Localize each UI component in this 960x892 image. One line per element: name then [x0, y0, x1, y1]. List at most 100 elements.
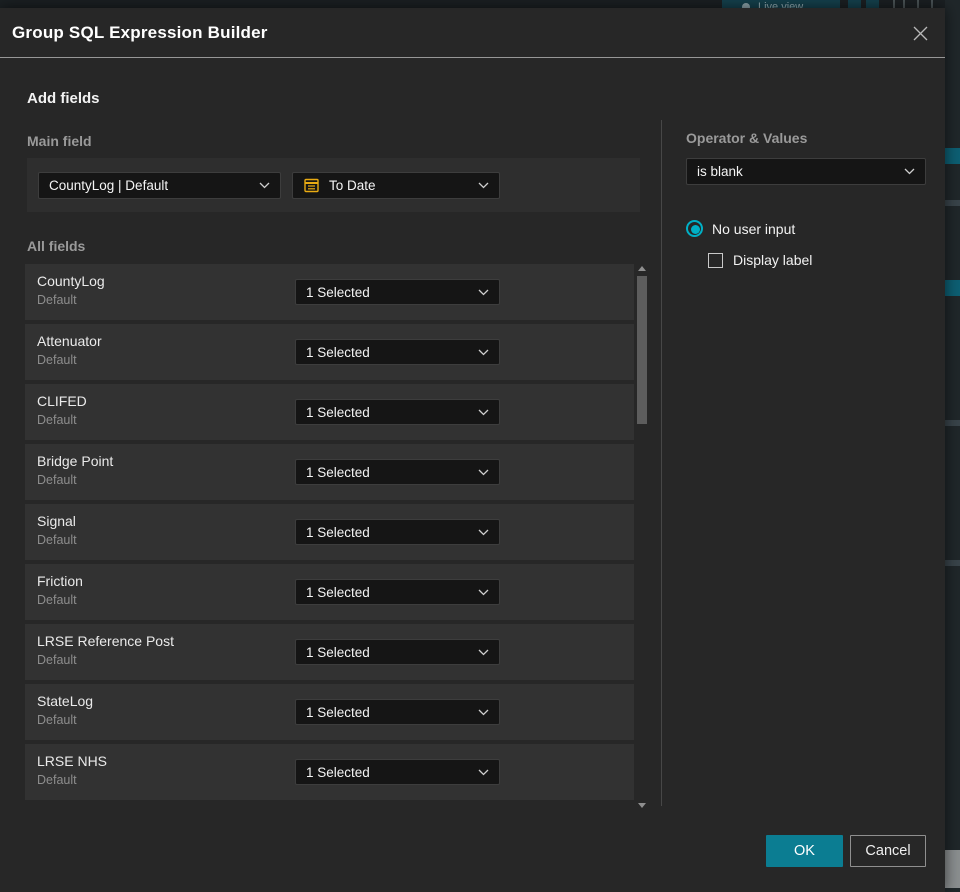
chevron-down-icon	[478, 182, 489, 189]
field-values-select-value: 1 Selected	[306, 464, 370, 480]
chevron-down-icon	[904, 168, 915, 175]
chevron-down-icon	[478, 349, 489, 355]
field-values-select-value: 1 Selected	[306, 584, 370, 600]
field-row: LRSE NHS Default 1 Selected	[25, 744, 634, 800]
field-name: Friction	[37, 573, 83, 589]
chevron-down-icon	[478, 289, 489, 295]
field-values-select[interactable]: 1 Selected	[295, 519, 500, 545]
all-fields-list: CountyLog Default 1 Selected Attenuator …	[25, 264, 634, 804]
field-values-select[interactable]: 1 Selected	[295, 399, 500, 425]
ok-button[interactable]: OK	[766, 835, 843, 867]
field-name: Bridge Point	[37, 453, 114, 469]
toolbar-button[interactable]	[848, 0, 861, 8]
field-sublabel: Default	[37, 473, 77, 487]
scroll-up-arrow-icon[interactable]	[638, 266, 646, 271]
chevron-down-icon	[478, 469, 489, 475]
chevron-down-icon	[478, 589, 489, 595]
fields-list-scrollbar[interactable]	[636, 264, 648, 810]
field-sublabel: Default	[37, 713, 77, 727]
no-user-input-label: No user input	[712, 220, 796, 237]
main-field-select[interactable]: CountyLog | Default	[38, 172, 281, 199]
date-type-select[interactable]: To Date	[292, 172, 500, 199]
chevron-down-icon	[478, 769, 489, 775]
field-values-select[interactable]: 1 Selected	[295, 639, 500, 665]
scrollbar-thumb[interactable]	[637, 276, 647, 424]
background-block	[945, 148, 960, 164]
field-sublabel: Default	[37, 773, 77, 787]
cancel-button[interactable]: Cancel	[850, 835, 926, 867]
live-view-toggle[interactable]: Live view	[722, 0, 840, 8]
group-sql-expression-builder-dialog: Group SQL Expression Builder Add fields …	[0, 8, 945, 892]
chevron-down-icon	[478, 709, 489, 715]
chevron-down-icon	[478, 409, 489, 415]
operator-select[interactable]: is blank	[686, 158, 926, 185]
field-values-select-value: 1 Selected	[306, 704, 370, 720]
toolbar-divider	[893, 0, 895, 8]
toolbar-divider	[931, 0, 933, 8]
main-field-label: Main field	[27, 133, 92, 149]
field-sublabel: Default	[37, 593, 77, 607]
add-fields-heading: Add fields	[27, 90, 100, 107]
live-view-label: Live view	[758, 1, 804, 8]
chevron-down-icon	[259, 182, 270, 189]
field-row: Signal Default 1 Selected	[25, 504, 634, 560]
field-name: CLIFED	[37, 393, 87, 409]
field-row: Attenuator Default 1 Selected	[25, 324, 634, 380]
field-values-select[interactable]: 1 Selected	[295, 339, 500, 365]
field-values-select-value: 1 Selected	[306, 404, 370, 420]
field-row: CLIFED Default 1 Selected	[25, 384, 634, 440]
column-divider	[661, 120, 662, 806]
checkbox-icon	[708, 252, 723, 268]
background-block	[945, 280, 960, 296]
toolbar-divider	[903, 0, 905, 8]
field-row: Friction Default 1 Selected	[25, 564, 634, 620]
field-values-select[interactable]: 1 Selected	[295, 459, 500, 485]
field-name: CountyLog	[37, 273, 105, 289]
field-values-select-value: 1 Selected	[306, 524, 370, 540]
field-values-select-value: 1 Selected	[306, 344, 370, 360]
date-type-select-value: To Date	[329, 178, 376, 193]
chevron-down-icon	[478, 529, 489, 535]
field-name: Attenuator	[37, 333, 102, 349]
display-label-checkbox[interactable]: Display label	[708, 252, 812, 268]
background-app-top-strip: Live view	[0, 0, 960, 8]
dialog-header: Group SQL Expression Builder	[0, 8, 945, 58]
field-row: Bridge Point Default 1 Selected	[25, 444, 634, 500]
background-block	[945, 850, 960, 888]
field-values-select-value: 1 Selected	[306, 284, 370, 300]
dialog-title: Group SQL Expression Builder	[12, 23, 268, 42]
calendar-date-icon	[304, 178, 319, 193]
field-values-select-value: 1 Selected	[306, 644, 370, 660]
field-row: CountyLog Default 1 Selected	[25, 264, 634, 320]
operator-select-value: is blank	[697, 164, 743, 179]
toolbar-divider	[917, 0, 919, 8]
background-block	[945, 200, 960, 206]
field-name: Signal	[37, 513, 76, 529]
close-button[interactable]	[908, 21, 932, 45]
toolbar-button[interactable]	[866, 0, 879, 8]
radio-icon	[686, 220, 703, 237]
field-sublabel: Default	[37, 533, 77, 547]
no-user-input-radio[interactable]: No user input	[686, 220, 795, 237]
field-name: LRSE NHS	[37, 753, 108, 769]
main-field-panel: CountyLog | Default To Date	[27, 158, 640, 212]
field-sublabel: Default	[37, 353, 77, 367]
field-values-select[interactable]: 1 Selected	[295, 279, 500, 305]
field-name: StateLog	[37, 693, 94, 709]
field-values-select[interactable]: 1 Selected	[295, 579, 500, 605]
field-sublabel: Default	[37, 293, 77, 307]
field-sublabel: Default	[37, 653, 77, 667]
all-fields-label: All fields	[27, 238, 86, 254]
display-label-text: Display label	[733, 252, 813, 268]
field-values-select[interactable]: 1 Selected	[295, 759, 500, 785]
chevron-down-icon	[478, 649, 489, 655]
field-values-select[interactable]: 1 Selected	[295, 699, 500, 725]
operator-values-label: Operator & Values	[686, 130, 808, 146]
main-field-select-value: CountyLog | Default	[49, 178, 169, 193]
field-values-select-value: 1 Selected	[306, 764, 370, 780]
scroll-down-arrow-icon[interactable]	[638, 803, 646, 808]
field-sublabel: Default	[37, 413, 77, 427]
field-row: LRSE Reference Post Default 1 Selected	[25, 624, 634, 680]
close-icon	[913, 26, 927, 40]
field-row: StateLog Default 1 Selected	[25, 684, 634, 740]
